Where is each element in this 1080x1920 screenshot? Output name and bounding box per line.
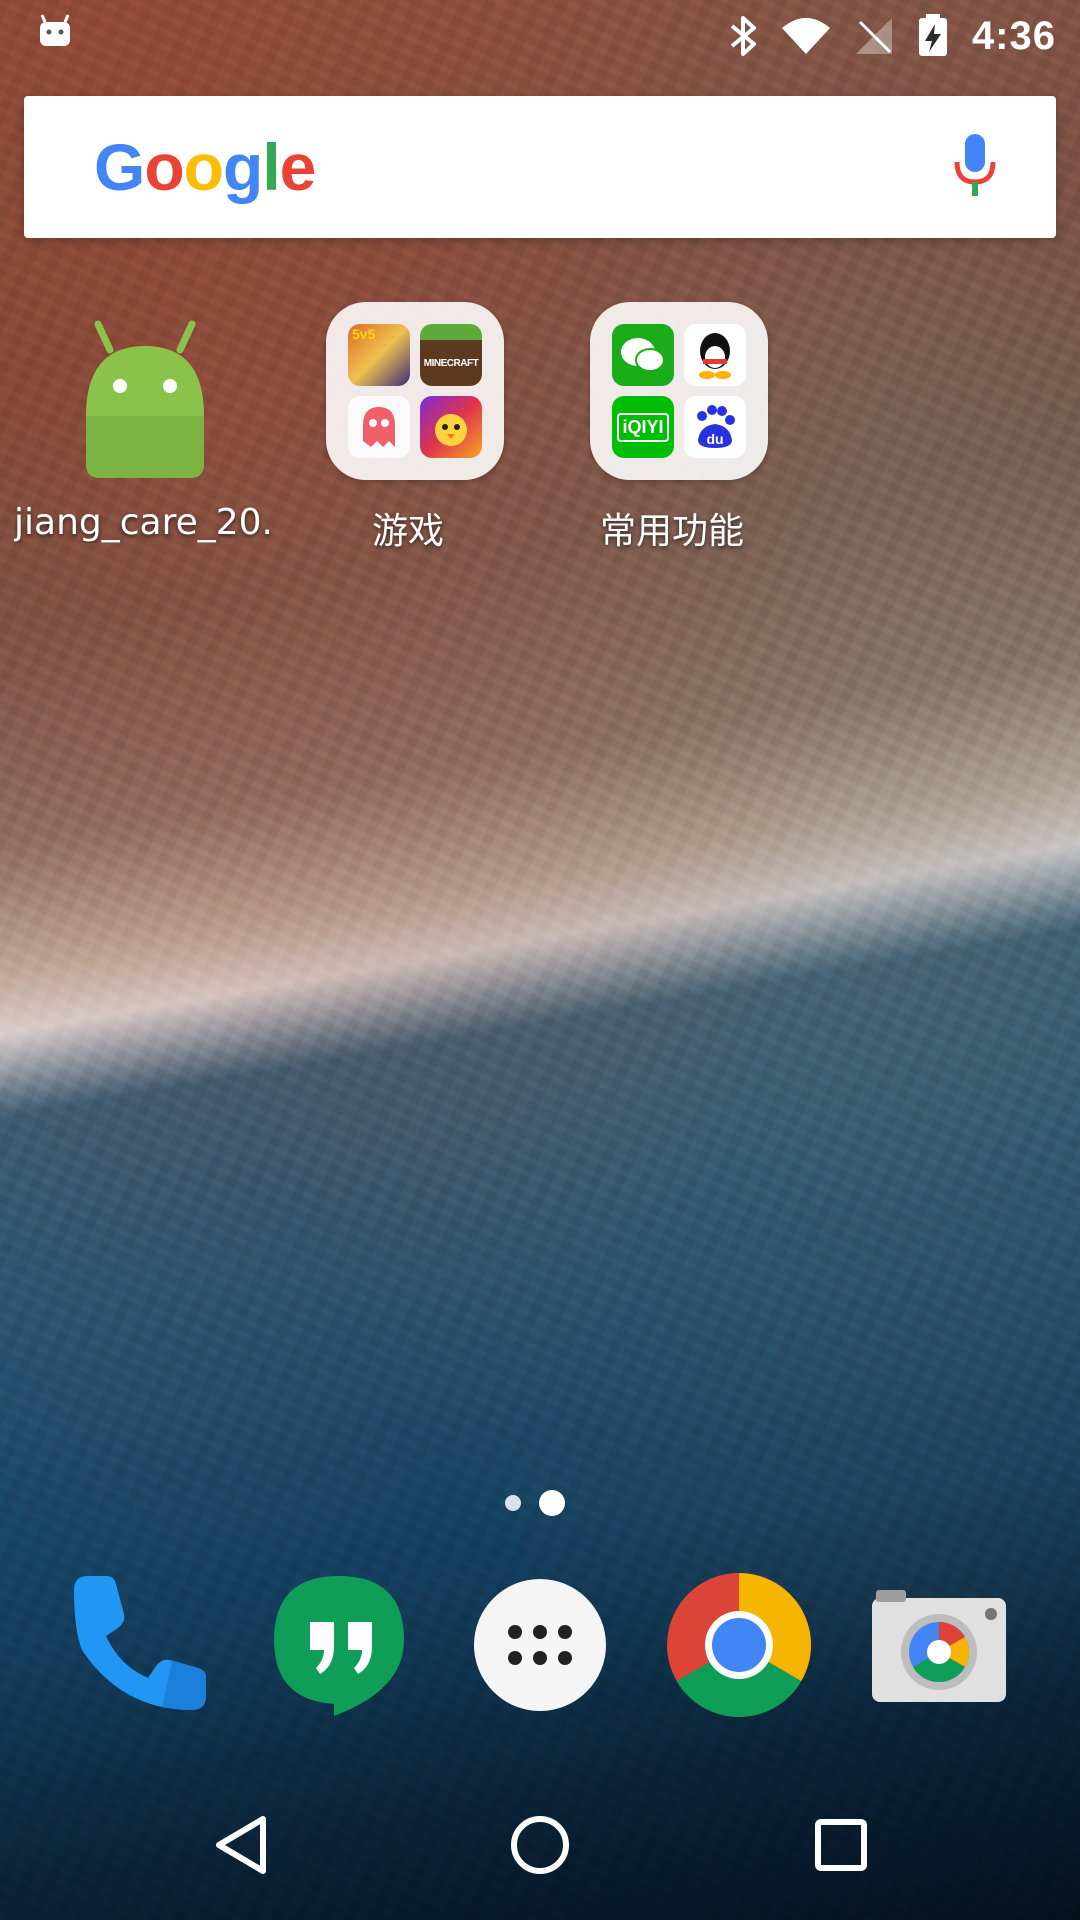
home-button[interactable] [495,1800,585,1890]
page-dot-active[interactable] [539,1490,565,1516]
android-app-icon [86,320,204,478]
minecraft-icon: MINECRAFT [420,324,482,386]
navigation-bar [0,1770,1080,1920]
hangouts-icon[interactable] [264,1570,414,1720]
wechat-icon [612,324,674,386]
page-indicator [505,1490,565,1516]
svg-text:du: du [706,431,723,447]
home-app-jiang-care[interactable]: jiang_care_20.. [14,302,274,552]
android-notification-icon [40,14,70,46]
chick-game-icon [420,396,482,458]
recents-icon [815,1819,867,1871]
google-search-bar[interactable]: Google [24,96,1056,238]
page-dot[interactable] [505,1495,521,1511]
bluetooth-icon [730,16,756,56]
folder-icon: 5v5 MINECRAFT [326,302,504,480]
mic-icon[interactable] [950,132,1000,202]
battery-charging-icon [918,14,947,56]
recents-button[interactable] [796,1800,886,1890]
no-signal-icon [855,18,892,54]
folder-games[interactable]: 5v5 MINECRAFT 游戏 [278,302,538,552]
honor-of-kings-icon: 5v5 [348,324,410,386]
chrome-icon[interactable] [664,1570,814,1720]
app-label: jiang_care_20.. [14,502,274,543]
wifi-icon [781,18,830,54]
home-icon [511,1816,569,1874]
qq-icon [684,324,746,386]
app-drawer-icon[interactable] [465,1570,615,1720]
folder-common-functions[interactable]: iQIYI du 常用功能 [542,302,802,552]
folder-label: 常用功能 [599,511,744,552]
clock: 4:36 [971,13,1056,58]
iqiyi-icon: iQIYI [612,396,674,458]
camera-icon[interactable] [864,1570,1014,1720]
folder-icon: iQIYI du [590,302,768,480]
phone-icon[interactable] [62,1570,212,1720]
google-logo: Google [94,130,316,204]
back-button[interactable] [196,1800,286,1890]
back-icon [216,1816,266,1874]
folder-label: 游戏 [371,511,444,552]
status-bar: 4:36 [0,0,1080,72]
ghost-game-icon [348,396,410,458]
baidu-icon: du [684,396,746,458]
